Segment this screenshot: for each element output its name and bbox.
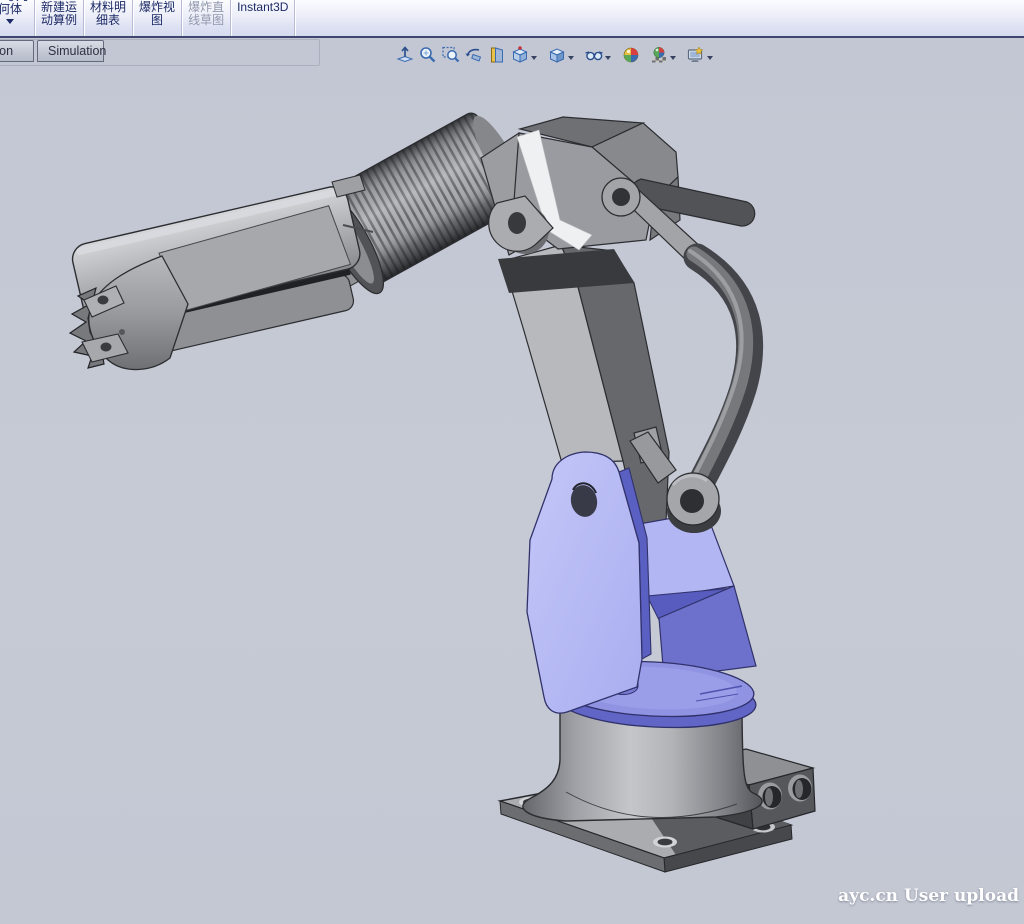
view-settings-icon[interactable] xyxy=(686,45,706,65)
watermark: ayc.cn User upload xyxy=(838,886,1019,906)
command-button-instant3d[interactable]: Instant3D xyxy=(231,0,295,36)
shoulder-bracket[interactable] xyxy=(527,452,651,713)
heads-up-view-toolbar xyxy=(393,44,716,66)
command-button-exploded-view[interactable]: 爆炸视 图 xyxy=(133,0,182,36)
robot-arm-model[interactable] xyxy=(0,36,1024,924)
command-bar-spacer xyxy=(295,0,1024,36)
command-bar: 参考几 何体 新建运 动算例 材料明 细表 爆炸视 图 爆炸直 线草图 Inst… xyxy=(0,0,1024,38)
previous-view-icon[interactable] xyxy=(464,45,484,65)
zoom-to-area-icon[interactable] xyxy=(441,45,461,65)
tab-animation[interactable]: ation xyxy=(0,40,34,62)
hide-show-items-icon[interactable] xyxy=(584,45,604,65)
dropdown-arrow-icon[interactable] xyxy=(670,56,676,60)
command-button-new-motion-study[interactable]: 新建运 动算例 xyxy=(35,0,84,36)
edit-appearance-icon[interactable] xyxy=(621,45,641,65)
view-orientation-icon[interactable] xyxy=(510,45,530,65)
apply-scene-icon[interactable] xyxy=(649,45,669,65)
dropdown-arrow-icon[interactable] xyxy=(6,19,14,24)
section-view-icon[interactable] xyxy=(487,45,507,65)
3d-drawing-view-icon[interactable] xyxy=(395,45,415,65)
command-button-bill-of-materials[interactable]: 材料明 细表 xyxy=(84,0,133,36)
dropdown-arrow-icon[interactable] xyxy=(531,56,537,60)
display-style-icon[interactable] xyxy=(547,45,567,65)
dropdown-arrow-icon[interactable] xyxy=(707,56,713,60)
dropdown-arrow-icon[interactable] xyxy=(568,56,574,60)
zoom-to-fit-icon[interactable] xyxy=(418,45,438,65)
command-button-reference-geometry[interactable]: 参考几 何体 xyxy=(0,0,35,36)
dropdown-arrow-icon[interactable] xyxy=(605,56,611,60)
graphics-viewport[interactable] xyxy=(0,36,1024,924)
command-button-explode-line-sketch[interactable]: 爆炸直 线草图 xyxy=(182,0,231,36)
tab-simulation[interactable]: Simulation xyxy=(37,40,104,62)
